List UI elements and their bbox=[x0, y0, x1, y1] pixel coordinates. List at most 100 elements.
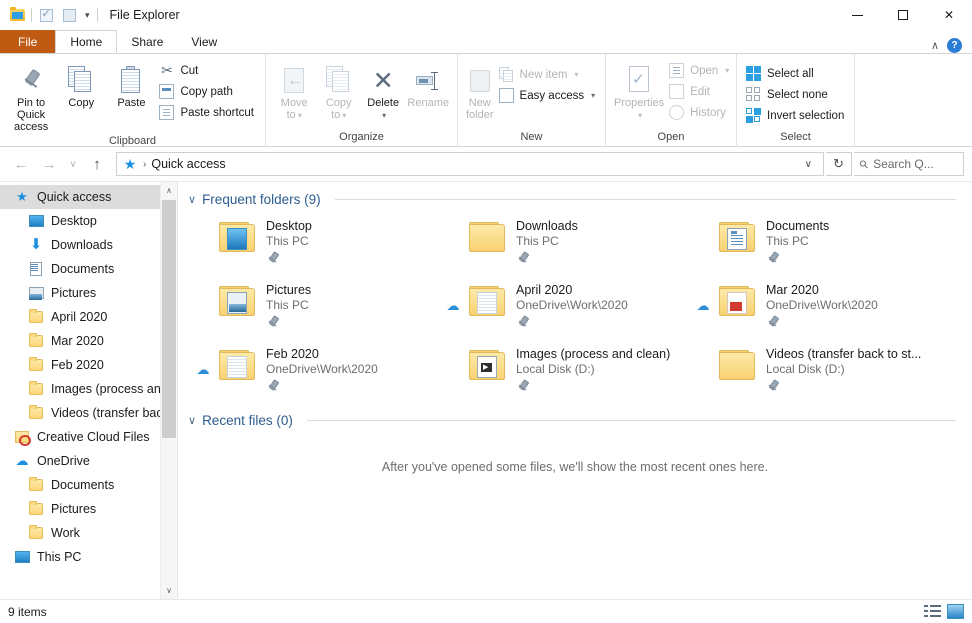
paste-button[interactable]: Paste bbox=[106, 58, 156, 111]
sidebar-item-april-2020[interactable]: April 2020 bbox=[0, 305, 177, 329]
frequent-folder-tile[interactable]: PicturesThis PC bbox=[192, 277, 442, 341]
sidebar-item-desktop[interactable]: Desktop bbox=[0, 209, 177, 233]
folder-icon[interactable] bbox=[8, 6, 26, 24]
sidebar-item-images-process-and[interactable]: Images (process and bbox=[0, 377, 177, 401]
folder-icon bbox=[214, 219, 262, 254]
forward-button[interactable]: → bbox=[36, 151, 62, 177]
history-button[interactable]: History bbox=[666, 102, 734, 123]
close-button[interactable]: ✕ bbox=[926, 0, 972, 30]
new-item-button[interactable]: New item ▾ bbox=[496, 64, 601, 85]
chevron-down-icon[interactable]: ∨ bbox=[188, 193, 196, 206]
customize-qat-caret-icon[interactable]: ▾ bbox=[83, 10, 92, 21]
open-button[interactable]: Open ▾ bbox=[666, 60, 734, 81]
scroll-down-icon[interactable]: ∨ bbox=[161, 582, 177, 599]
cut-button[interactable]: ✂ Cut bbox=[156, 60, 259, 81]
select-all-button[interactable]: Select all bbox=[743, 63, 849, 84]
paste-shortcut-button[interactable]: Paste shortcut bbox=[156, 102, 259, 123]
frequent-folder-tile[interactable]: Images (process and clean)Local Disk (D:… bbox=[442, 341, 692, 405]
tab-home[interactable]: Home bbox=[55, 30, 117, 53]
tab-view[interactable]: View bbox=[177, 30, 231, 53]
address-input[interactable]: ★ › Quick access ∨ bbox=[116, 152, 824, 176]
folder-icon bbox=[28, 525, 44, 541]
pin-icon[interactable] bbox=[516, 315, 529, 328]
properties-button[interactable]: ✓ Properties▾ bbox=[612, 58, 666, 124]
sidebar-item-pictures[interactable]: Pictures bbox=[0, 281, 177, 305]
move-to-button[interactable]: ← Moveto▾ bbox=[272, 58, 316, 124]
frequent-folder-tile[interactable]: Videos (transfer back to st...Local Disk… bbox=[692, 341, 942, 405]
frequent-folder-tile[interactable]: DocumentsThis PC bbox=[692, 213, 942, 277]
sidebar-item-quick-access[interactable]: ★Quick access bbox=[0, 185, 177, 209]
navigation-scrollbar[interactable]: ∧ ∨ bbox=[160, 182, 177, 599]
copy-path-button[interactable]: Copy path bbox=[156, 81, 259, 102]
pin-icon[interactable] bbox=[766, 315, 779, 328]
up-button[interactable]: ↑ bbox=[84, 151, 110, 177]
pin-icon[interactable] bbox=[266, 379, 279, 392]
onedrive-status-icon: ☁ bbox=[192, 347, 214, 378]
properties-toggle-icon[interactable] bbox=[37, 6, 55, 24]
quick-access-star-icon: ★ bbox=[123, 157, 137, 171]
large-icons-view-icon[interactable] bbox=[947, 604, 964, 619]
recent-locations-button[interactable]: ∨ bbox=[64, 151, 82, 177]
sidebar-item-this-pc[interactable]: This PC bbox=[0, 545, 177, 569]
pin-icon[interactable] bbox=[516, 251, 529, 264]
sidebar-item-work[interactable]: Work bbox=[0, 521, 177, 545]
new-folder-button[interactable]: Newfolder bbox=[464, 58, 496, 123]
scrollbar-thumb[interactable] bbox=[162, 200, 176, 438]
frequent-folders-header[interactable]: ∨ Frequent folders (9) bbox=[178, 182, 972, 207]
tile-folder-name: April 2020 bbox=[516, 283, 692, 297]
sidebar-item-downloads[interactable]: ⬇Downloads bbox=[0, 233, 177, 257]
sidebar-item-mar-2020[interactable]: Mar 2020 bbox=[0, 329, 177, 353]
edit-button[interactable]: Edit bbox=[666, 81, 734, 102]
chevron-down-icon-recent[interactable]: ∨ bbox=[188, 414, 196, 427]
folder-icon bbox=[214, 283, 262, 318]
details-view-icon[interactable] bbox=[924, 604, 941, 619]
tab-share[interactable]: Share bbox=[117, 30, 177, 53]
new-folder-toggle-icon[interactable] bbox=[60, 6, 78, 24]
pin-to-quick-access-button[interactable]: Pin to Quickaccess bbox=[6, 58, 56, 135]
select-commands: Select all Select none Invert selection bbox=[743, 58, 849, 126]
search-input[interactable]: Search Q... bbox=[873, 157, 934, 171]
address-dropdown-icon[interactable]: ∨ bbox=[798, 159, 819, 170]
breadcrumb-quick-access[interactable]: Quick access bbox=[151, 157, 225, 171]
delete-button[interactable]: ✕ Delete▾ bbox=[361, 58, 405, 124]
frequent-folder-tile[interactable]: DesktopThis PC bbox=[192, 213, 442, 277]
sidebar-item-pictures[interactable]: Pictures bbox=[0, 497, 177, 521]
sidebar-item-creative-cloud-files[interactable]: Creative Cloud Files bbox=[0, 425, 177, 449]
scroll-up-icon[interactable]: ∧ bbox=[161, 182, 177, 199]
recent-files-header[interactable]: ∨ Recent files (0) bbox=[178, 405, 972, 428]
invert-selection-button[interactable]: Invert selection bbox=[743, 105, 849, 126]
rename-button[interactable]: Rename bbox=[405, 58, 451, 111]
pin-icon[interactable] bbox=[516, 379, 529, 392]
search-box[interactable]: ⚲ Search Q... bbox=[854, 152, 964, 176]
select-none-button[interactable]: Select none bbox=[743, 84, 849, 105]
pin-icon[interactable] bbox=[266, 251, 279, 264]
sidebar-item-feb-2020[interactable]: Feb 2020 bbox=[0, 353, 177, 377]
easy-access-button[interactable]: Easy access ▾ bbox=[496, 85, 601, 106]
frequent-folder-tile[interactable]: ☁April 2020OneDrive\Work\2020 bbox=[442, 277, 692, 341]
frequent-folder-tile[interactable]: DownloadsThis PC bbox=[442, 213, 692, 277]
tile-folder-location: This PC bbox=[266, 298, 442, 312]
back-button[interactable]: ← bbox=[8, 151, 34, 177]
copy-to-button[interactable]: Copyto▾ bbox=[316, 58, 360, 124]
sidebar-item-onedrive[interactable]: ☁OneDrive bbox=[0, 449, 177, 473]
tile-text: Images (process and clean)Local Disk (D:… bbox=[512, 347, 692, 392]
sidebar-item-documents[interactable]: Documents bbox=[0, 473, 177, 497]
tab-file[interactable]: File bbox=[0, 30, 55, 53]
copy-button[interactable]: Copy bbox=[56, 58, 106, 111]
pin-icon[interactable] bbox=[266, 315, 279, 328]
help-icon[interactable]: ? bbox=[947, 38, 962, 53]
sidebar-item-videos-transfer-back[interactable]: Videos (transfer back bbox=[0, 401, 177, 425]
pin-icon[interactable] bbox=[766, 251, 779, 264]
pin-icon[interactable] bbox=[766, 379, 779, 392]
frequent-folder-tile[interactable]: ☁Mar 2020OneDrive\Work\2020 bbox=[692, 277, 942, 341]
history-label: History bbox=[690, 107, 726, 119]
file-explorer-window: ▾ File Explorer ✕ File Home Share View ∧… bbox=[0, 0, 972, 623]
refresh-button[interactable]: ↻ bbox=[826, 152, 852, 176]
sidebar-item-documents[interactable]: Documents bbox=[0, 257, 177, 281]
minimize-button[interactable] bbox=[834, 0, 880, 30]
maximize-button[interactable] bbox=[880, 0, 926, 30]
tile-folder-name: Videos (transfer back to st... bbox=[766, 347, 942, 361]
frequent-folder-tile[interactable]: ☁Feb 2020OneDrive\Work\2020 bbox=[192, 341, 442, 405]
tile-cloud-spacer bbox=[442, 347, 464, 362]
collapse-ribbon-icon[interactable]: ∧ bbox=[931, 39, 939, 52]
